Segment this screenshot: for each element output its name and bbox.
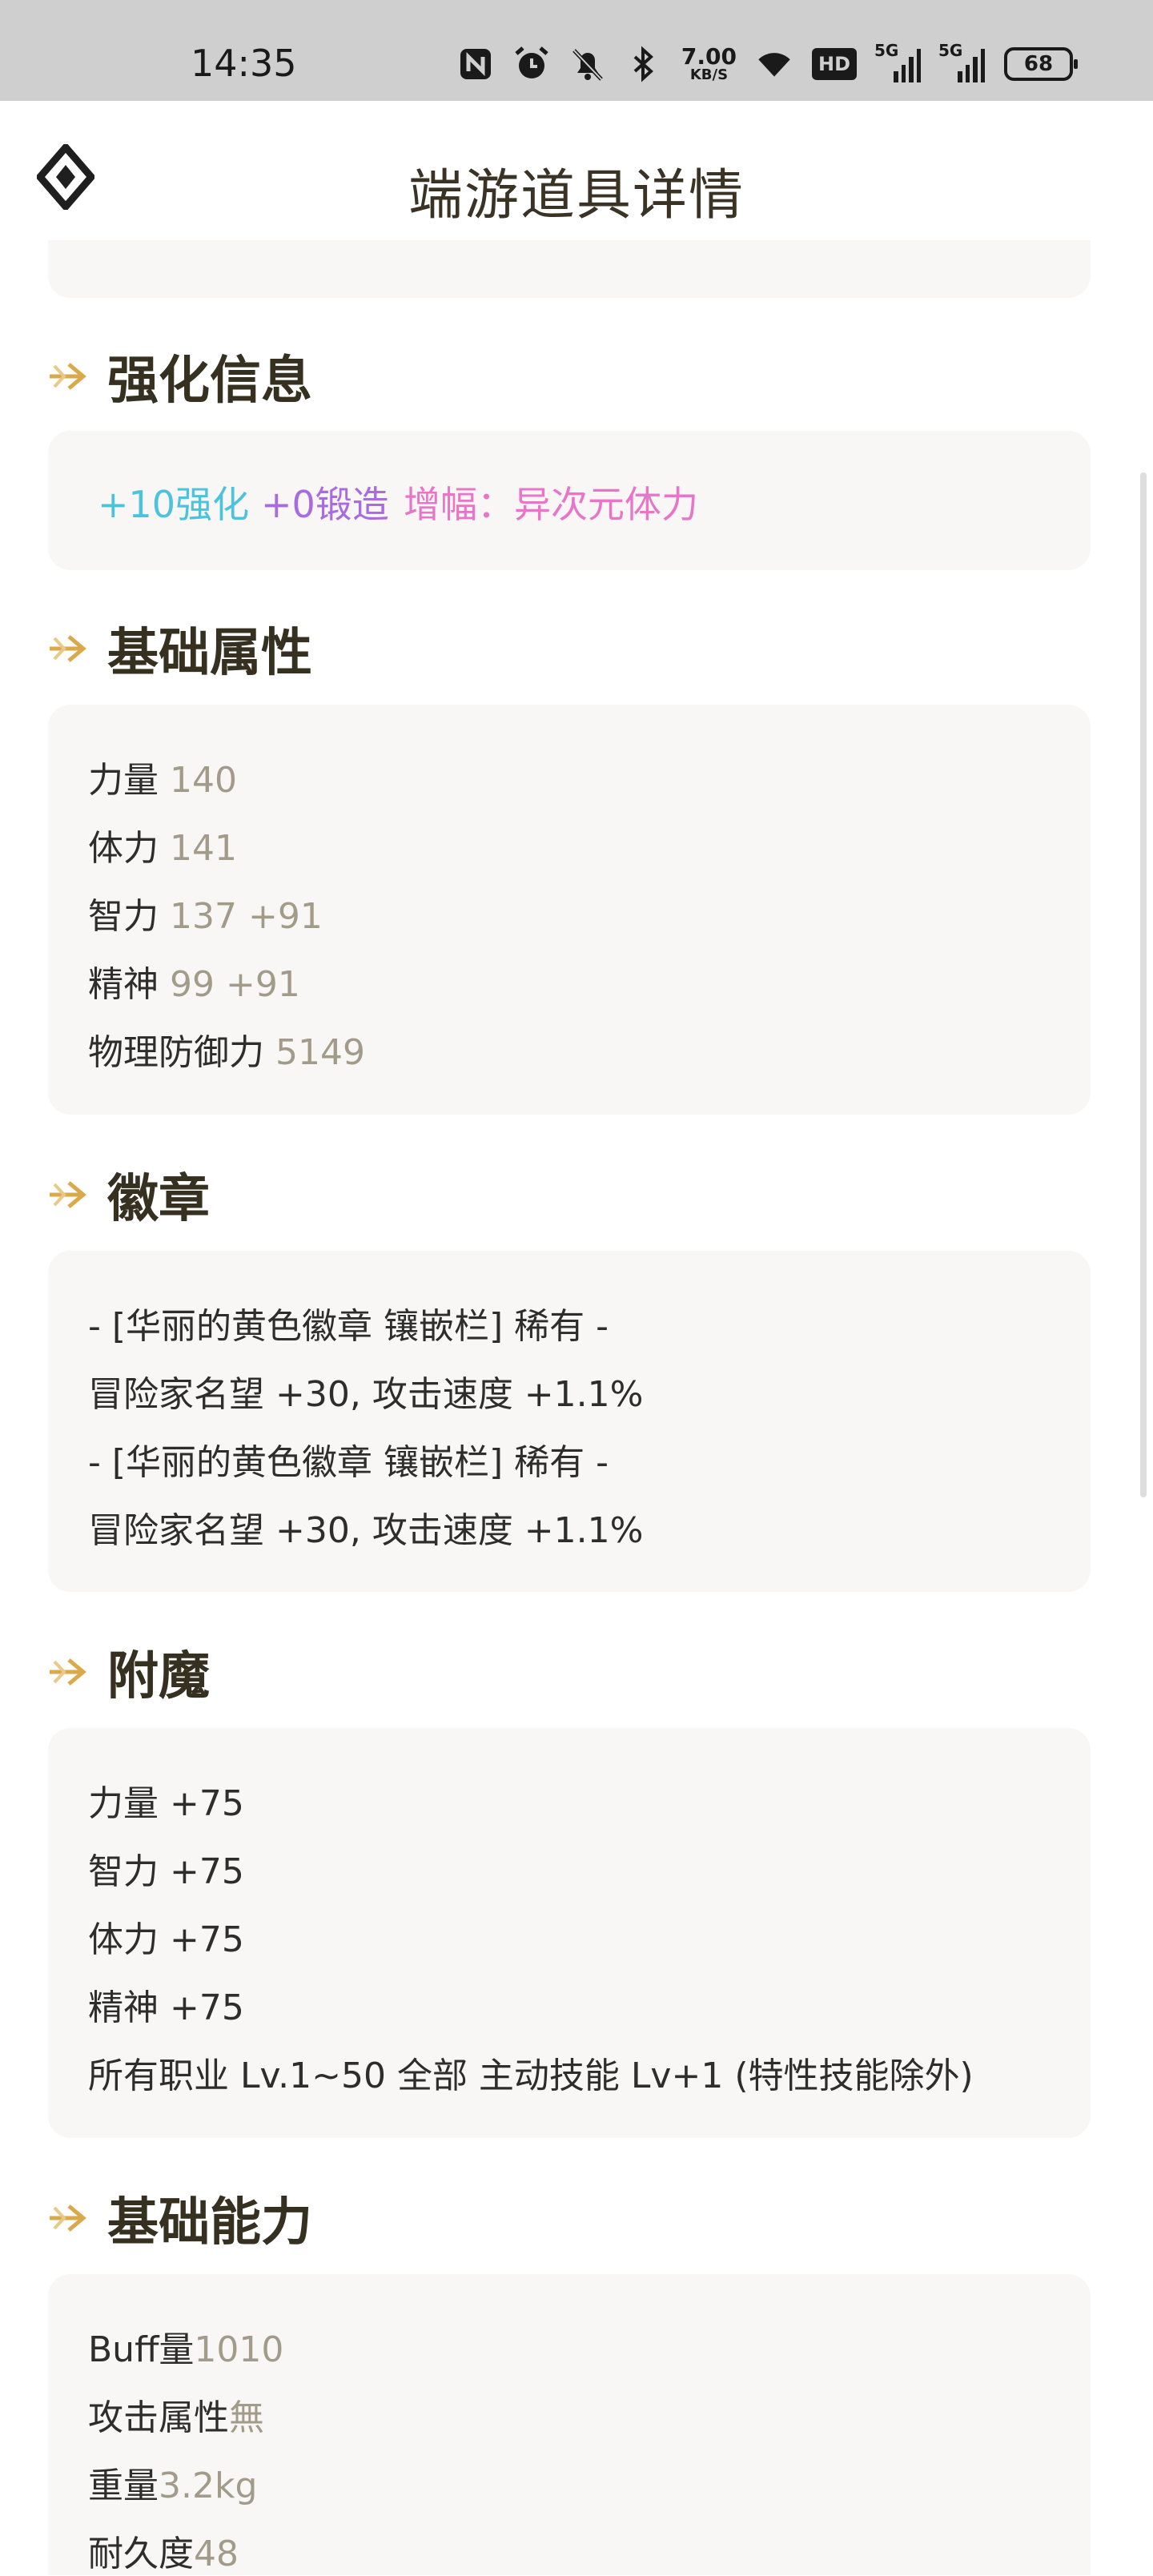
network-speed-value: 7.00 — [681, 43, 737, 70]
amplify-info: 增幅：异次元体力 — [404, 483, 698, 526]
ability-value: 48 — [194, 2534, 239, 2574]
attr-row: 精神 99 +91 — [88, 955, 300, 1007]
alarm-icon — [513, 46, 550, 82]
section-title: 基础属性 — [107, 624, 312, 683]
attr-name: 智力 — [88, 896, 159, 937]
ability-value: 3.2kg — [159, 2465, 258, 2506]
section-title: 强化信息 — [107, 352, 312, 411]
arrow-icon — [50, 2204, 86, 2232]
status-time: 14:35 — [191, 42, 297, 85]
network-speed-unit: KB/S — [689, 66, 729, 83]
app-bar: 端游道具详情 — [0, 101, 1153, 253]
emblem-line: - [华丽的黄色徽章 镶嵌栏] 稀有 - — [88, 1306, 609, 1347]
attr-row: 体力 141 — [88, 819, 237, 870]
arrow-icon — [50, 635, 86, 662]
section-emblem-heading: 徽章 — [48, 1158, 210, 1232]
attr-value: 137 +91 — [170, 896, 323, 937]
arrow-icon — [50, 1181, 86, 1208]
ability-row: Buff量1010 — [88, 2321, 283, 2372]
bluetooth-icon — [625, 46, 662, 82]
attr-name: 力量 — [88, 760, 159, 801]
section-title: 基础能力 — [107, 2193, 312, 2252]
enchant-line: 所有职业 Lv.1~50 全部 主动技能 Lv+1 (特性技能除外) — [88, 2056, 974, 2096]
arrow-icon — [50, 363, 86, 390]
attr-value: 140 — [170, 760, 237, 801]
emblem-line: 冒险家名望 +30, 攻击速度 +1.1% — [88, 1510, 644, 1551]
scrollbar[interactable] — [1140, 472, 1147, 1497]
ability-row: 攻击属性無 — [88, 2389, 264, 2440]
attr-row: 智力 137 +91 — [88, 887, 323, 938]
attr-value: 141 — [170, 828, 237, 869]
wifi-icon — [756, 46, 793, 82]
status-bar: 14:35 7.00 KB/S HD 5G 5G 68 — [0, 0, 1153, 101]
enchant-line: 智力 +75 — [88, 1851, 244, 1892]
page-title: 端游道具详情 — [408, 164, 745, 227]
attr-name: 精神 — [88, 964, 159, 1005]
mute-icon — [569, 46, 606, 82]
signal-network-label-2: 5G — [938, 41, 963, 60]
section-base-attrs-heading: 基础属性 — [48, 612, 312, 685]
signal-strength-icon: 5G — [874, 41, 921, 82]
battery-level: 68 — [1023, 52, 1054, 76]
nfc-icon — [457, 46, 494, 82]
status-icons: 7.00 KB/S HD 5G 5G 68 — [457, 40, 1078, 88]
section-title: 徽章 — [107, 1170, 210, 1229]
attr-value: 5149 — [275, 1032, 365, 1073]
previous-section-card — [48, 240, 1091, 298]
attr-row: 力量 140 — [88, 751, 237, 802]
ability-name: 耐久度 — [88, 2534, 194, 2574]
attr-value: 99 +91 — [170, 964, 300, 1005]
enchant-line: 力量 +75 — [88, 1783, 244, 1824]
ability-value: 無 — [229, 2397, 264, 2438]
ability-row: 耐久度48 — [88, 2525, 239, 2576]
forge-level: +0锻造 — [261, 483, 389, 526]
attr-name: 物理防御力 — [88, 1032, 264, 1073]
section-title: 附魔 — [107, 1647, 210, 1706]
arrow-icon — [50, 1658, 86, 1686]
battery-indicator: 68 — [1004, 47, 1078, 81]
enchant-line: 体力 +75 — [88, 1919, 244, 1960]
section-enhance-heading: 强化信息 — [48, 340, 312, 413]
ability-name: Buff量 — [88, 2329, 195, 2370]
signal-strength-icon-2: 5G — [938, 41, 985, 82]
emblem-line: - [华丽的黄色徽章 镶嵌栏] 稀有 - — [88, 1442, 609, 1483]
network-speed: 7.00 KB/S — [681, 46, 737, 82]
enchant-line: 精神 +75 — [88, 1987, 244, 2028]
hd-badge: HD — [811, 48, 857, 80]
attr-row: 物理防御力 5149 — [88, 1023, 365, 1075]
ability-name: 重量 — [88, 2465, 159, 2506]
signal-network-label: 5G — [874, 41, 899, 60]
attr-name: 体力 — [88, 828, 159, 869]
section-base-ability-heading: 基础能力 — [48, 2181, 312, 2255]
ability-row: 重量3.2kg — [88, 2457, 257, 2508]
refine-level: +10强化 — [98, 483, 250, 526]
ability-value: 1010 — [194, 2329, 284, 2370]
ability-name: 攻击属性 — [88, 2397, 229, 2438]
emblem-line: 冒险家名望 +30, 攻击速度 +1.1% — [88, 1374, 644, 1415]
section-enchant-heading: 附魔 — [48, 1635, 210, 1709]
